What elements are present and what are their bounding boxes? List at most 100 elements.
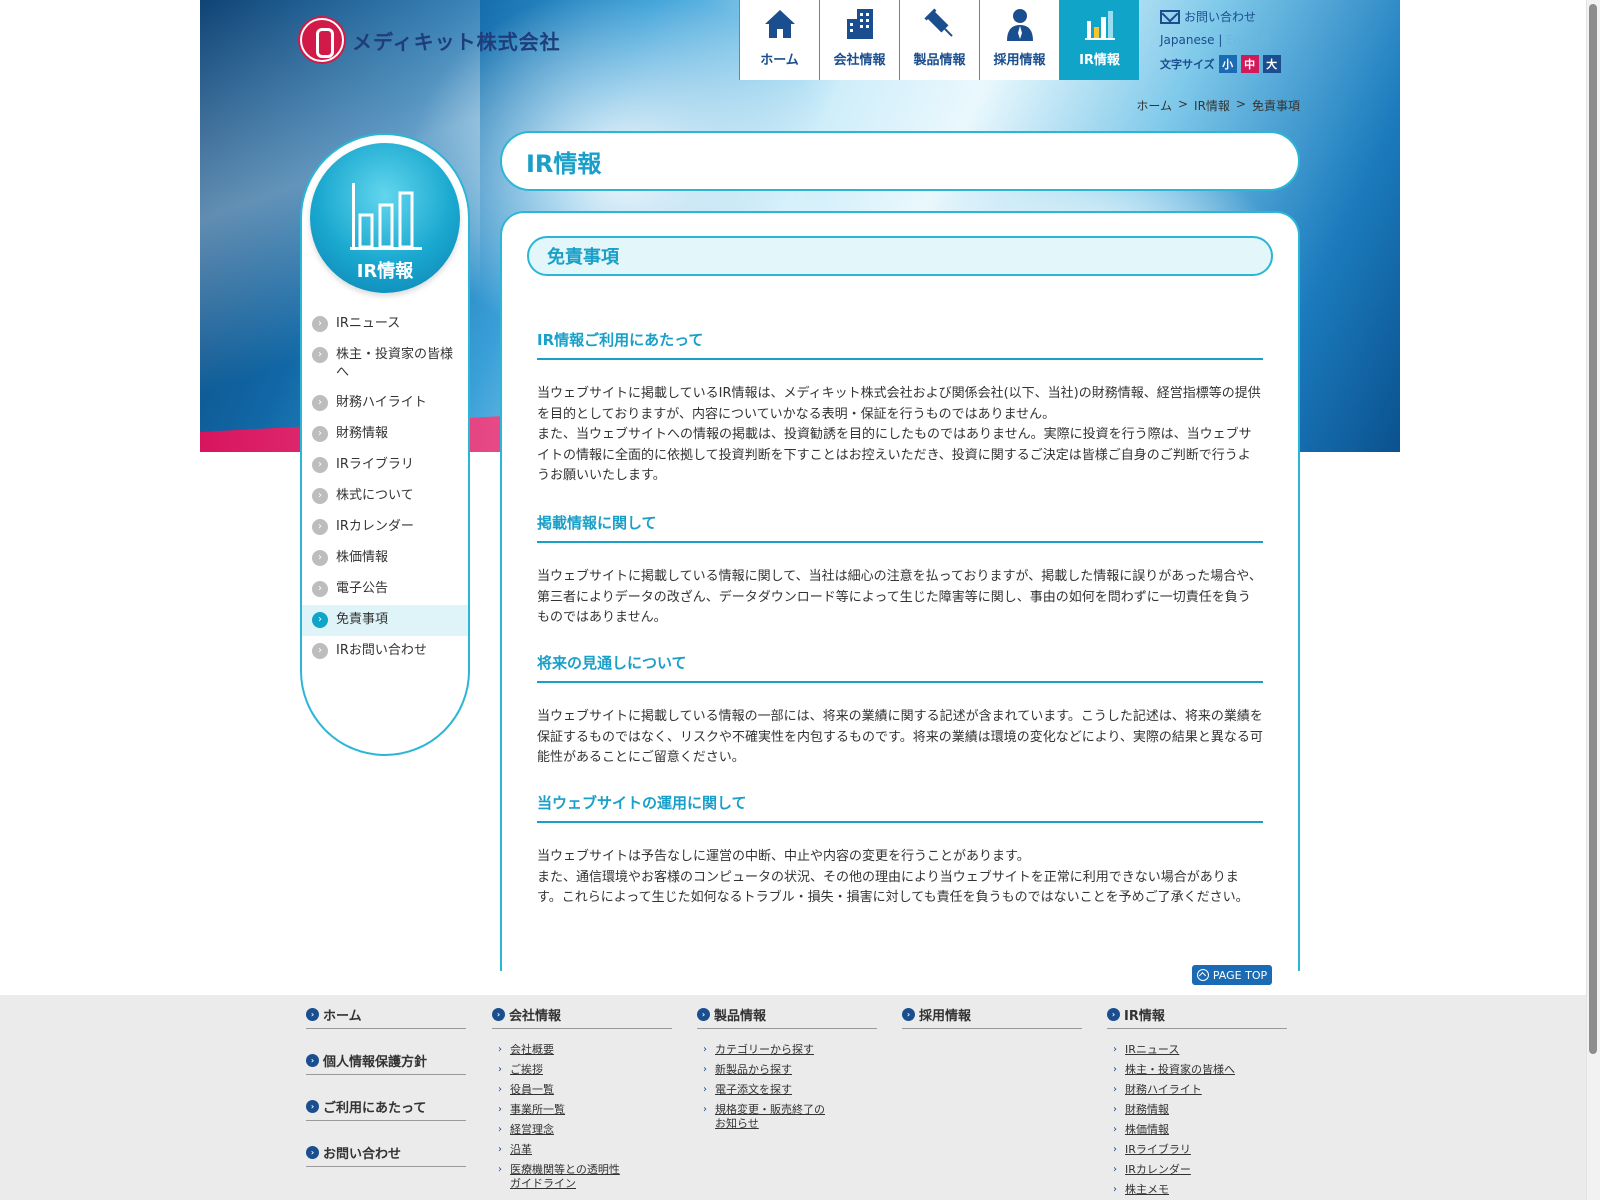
breadcrumb-current: 免責事項 [1251, 99, 1300, 113]
sidebar-item-stock-price[interactable]: › 株価情報 [302, 543, 468, 574]
footer-link[interactable]: › カテゴリーから探す [703, 1043, 877, 1057]
footer-link[interactable]: › 会社概要 [498, 1043, 672, 1057]
person-icon [1002, 7, 1038, 41]
chevron-right-icon: › [312, 643, 328, 659]
breadcrumb-home[interactable]: ホーム [1136, 97, 1172, 114]
section-title: 免責事項 [547, 247, 619, 268]
footer-link[interactable]: › 株価情報 [1113, 1123, 1287, 1137]
footer-link[interactable]: › IRニュース [1113, 1043, 1287, 1057]
font-size-medium-button[interactable]: 中 [1240, 55, 1259, 73]
section-forward-looking: 将来の見通しについて 当ウェブサイトに掲載している情報の一部には、将来の業績に関… [537, 652, 1263, 769]
sidebar-item-ir-library[interactable]: › IRライブラリ [302, 450, 468, 481]
lang-separator: | [1218, 33, 1223, 47]
page-top-button[interactable]: PAGE TOP [1192, 965, 1272, 985]
sidebar-item-disclaimer[interactable]: › 免責事項 [302, 605, 468, 636]
section-paragraph: また、通信環境やお客様のコンピュータの状況、その他の理由により当ウェブサイトを正… [537, 869, 1249, 906]
chevron-right-icon: › [312, 426, 328, 442]
section-heading: 将来の見通しについて [537, 652, 1263, 683]
mail-icon [1160, 9, 1180, 24]
font-size-large-button[interactable]: 大 [1262, 55, 1281, 73]
arrow-up-icon [1196, 969, 1209, 981]
footer-link[interactable]: › 電子添文を探す [703, 1083, 877, 1097]
footer-link[interactable]: › 経営理念 [498, 1123, 672, 1137]
contact-link[interactable]: お問い合わせ [1160, 8, 1300, 25]
lang-english[interactable]: English [1226, 33, 1269, 47]
footer-link[interactable]: › IRライブラリ [1113, 1143, 1287, 1157]
footer-link-label: IRライブラリ [1125, 1143, 1191, 1156]
footer-link[interactable]: › 株主メモ [1113, 1183, 1287, 1197]
chevron-right-icon: › [498, 1104, 502, 1115]
chevron-right-icon: › [498, 1164, 502, 1175]
footer-link-label: ご利用にあたって [323, 1101, 427, 1116]
sidebar-item-ir-contact[interactable]: › IRお問い合わせ [302, 636, 468, 667]
footer-link-label: 個人情報保護方針 [323, 1055, 428, 1070]
footer-link[interactable]: › 株主・投資家の皆様へ [1113, 1063, 1287, 1077]
scrollbar-thumb[interactable] [1589, 4, 1597, 1054]
section-ir-usage: IR情報ご利用にあたって 当ウェブサイトに掲載しているIR情報は、メディキット株… [537, 329, 1263, 487]
section-site-operation: 当ウェブサイトの運用に関して 当ウェブサイトは予告なしに運営の中断、中止や内容の… [537, 792, 1263, 909]
gnav-ir-label: IR情報 [1079, 53, 1120, 68]
chevron-right-icon: › [498, 1124, 502, 1135]
sidebar-item-stock[interactable]: › 株式について [302, 481, 468, 512]
chevron-right-icon: › [312, 395, 328, 411]
sidebar-item-financial-highlights[interactable]: › 財務ハイライト [302, 388, 468, 419]
footer-heading-recruit[interactable]: › 採用情報 [902, 1005, 1082, 1029]
footer-link[interactable]: › 沿革 [498, 1143, 672, 1157]
footer-heading-company[interactable]: › 会社情報 [492, 1005, 672, 1029]
chevron-right-icon: › [312, 612, 328, 628]
footer-link-privacy[interactable]: › 個人情報保護方針 [306, 1051, 466, 1075]
footer-link[interactable]: › 財務情報 [1113, 1103, 1287, 1117]
chevron-right-icon: › [306, 1008, 319, 1021]
chevron-right-icon: › [306, 1054, 319, 1067]
footer-heading-ir[interactable]: › IR情報 [1107, 1005, 1287, 1029]
gnav-recruit[interactable]: 採用情報 [979, 0, 1059, 80]
footer-link-label: 事業所一覧 [510, 1103, 565, 1116]
lang-japanese[interactable]: Japanese [1160, 33, 1215, 47]
sidebar-item-financial-info[interactable]: › 財務情報 [302, 419, 468, 450]
chevron-right-icon: › [1113, 1184, 1117, 1195]
breadcrumb-ir[interactable]: IR情報 [1194, 97, 1230, 114]
page-scrollbar[interactable] [1586, 0, 1600, 1200]
site-logo[interactable]: メディキット株式会社 [300, 18, 561, 62]
breadcrumb: ホーム > IR情報 > 免責事項 [1136, 97, 1300, 114]
gnav-ir[interactable]: IR情報 [1059, 0, 1139, 80]
chevron-right-icon: › [306, 1100, 319, 1113]
footer-heading-products[interactable]: › 製品情報 [697, 1005, 877, 1029]
chevron-right-icon: › [312, 550, 328, 566]
chevron-right-icon: › [1113, 1044, 1117, 1055]
sidebar-item-ir-news[interactable]: › IRニュース [302, 309, 468, 340]
footer-link[interactable]: › IRカレンダー [1113, 1163, 1287, 1177]
footer-link[interactable]: › 規格変更・販売終了のお知らせ [703, 1103, 877, 1131]
footer-link-terms[interactable]: › ご利用にあたって [306, 1097, 466, 1121]
section-title-box: 免責事項 [527, 236, 1273, 276]
footer-col-products: › 製品情報 › カテゴリーから探す › 新製品から探す › 電子添文を探す › 規格変更… [697, 1005, 877, 1137]
chevron-right-icon: › [498, 1084, 502, 1095]
footer-link-label: お問い合わせ [323, 1147, 402, 1162]
global-nav: ホーム 会社情報 製品情報 採用情報 IR情報 [739, 0, 1139, 80]
sidebar-item-shareholders[interactable]: › 株主・投資家の皆様へ [302, 340, 468, 388]
sidebar-item-public-notice[interactable]: › 電子公告 [302, 574, 468, 605]
chevron-right-icon: › [703, 1104, 707, 1115]
footer-link[interactable]: › 事業所一覧 [498, 1103, 672, 1117]
footer-link[interactable]: › 役員一覧 [498, 1083, 672, 1097]
footer-link[interactable]: › 医療機関等との透明性ガイドライン [498, 1163, 672, 1191]
section-published-info: 掲載情報に関して 当ウェブサイトに掲載している情報に関して、当社は細心の注意を払… [537, 512, 1263, 629]
font-size-small-button[interactable]: 小 [1218, 55, 1237, 73]
sidebar-item-label: IRカレンダー [336, 519, 414, 534]
gnav-company[interactable]: 会社情報 [819, 0, 899, 80]
page-title: IR情報 [526, 149, 602, 178]
footer-link[interactable]: › ご挨拶 [498, 1063, 672, 1077]
footer-link-home[interactable]: › ホーム [306, 1005, 466, 1029]
sidebar-item-ir-calendar[interactable]: › IRカレンダー [302, 512, 468, 543]
footer-link[interactable]: › 新製品から探す [703, 1063, 877, 1077]
gnav-products[interactable]: 製品情報 [899, 0, 979, 80]
footer-link[interactable]: › 財務ハイライト [1113, 1083, 1287, 1097]
footer-link-label: 医療機関等との透明性ガイドライン [510, 1163, 620, 1190]
gnav-home[interactable]: ホーム [739, 0, 819, 80]
section-paragraph: 当ウェブサイトは予告なしに運営の中断、中止や内容の変更を行うことがあります。 [537, 849, 1030, 864]
footer-link-label: 新製品から探す [715, 1063, 792, 1076]
building-icon [842, 7, 878, 41]
footer-link-contact[interactable]: › お問い合わせ [306, 1143, 466, 1167]
chevron-right-icon: › [703, 1064, 707, 1075]
chevron-right-icon: › [1113, 1164, 1117, 1175]
